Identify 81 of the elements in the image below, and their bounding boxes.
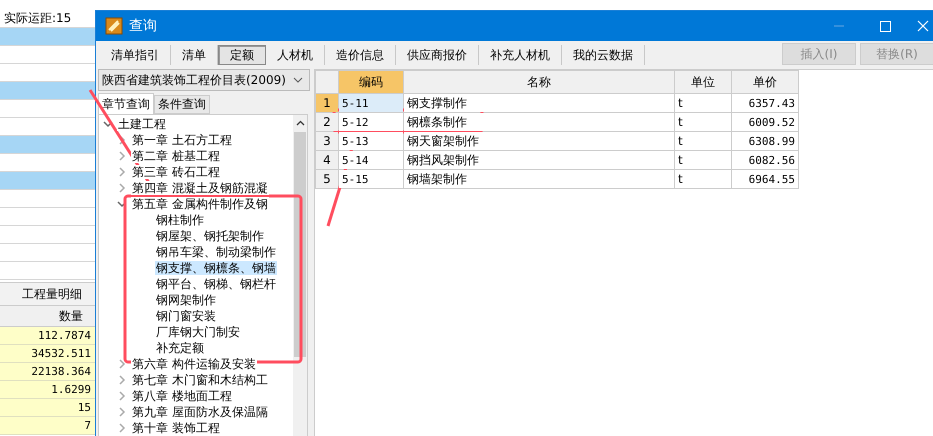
tree-item[interactable]: 第九章 屋面防水及保温隔 — [131, 405, 269, 419]
chevron-right-icon[interactable] — [117, 135, 127, 145]
tree-item[interactable]: 厂库钢大门制安 — [155, 325, 241, 339]
tree-item[interactable]: 钢柱制作 — [155, 213, 205, 227]
table-cell: 1.6299 — [51, 383, 91, 396]
chevron-down-icon — [293, 77, 303, 83]
tab[interactable]: 补充人材机 — [479, 45, 562, 65]
row-number: 1 — [316, 94, 338, 112]
tree-item[interactable]: 钢网架制作 — [155, 293, 217, 307]
tree-item[interactable]: 第十章 装饰工程 — [131, 421, 221, 435]
tab[interactable]: 造价信息 — [325, 45, 396, 65]
table-cell: t — [674, 94, 732, 112]
table-cell: 6308.99 — [732, 132, 798, 150]
tree-item[interactable]: 第三章 砖石工程 — [131, 165, 221, 179]
window-title: 查询 — [129, 17, 157, 35]
table-cell: 5-14 — [338, 150, 404, 170]
table-cell: 22138.364 — [31, 365, 91, 378]
tab[interactable]: 清单指引 — [100, 45, 171, 65]
tree-item[interactable]: 第二章 桩基工程 — [131, 149, 221, 163]
table-cell: t — [674, 170, 732, 188]
tree-item[interactable]: 钢门窗安装 — [155, 309, 217, 323]
tree-item[interactable]: 第八章 楼地面工程 — [131, 389, 233, 403]
tree-item[interactable]: 第四章 混凝土及钢筋混凝 — [131, 181, 269, 195]
table-cell: 5-11 — [338, 94, 404, 112]
table-cell: 5-12 — [338, 112, 404, 132]
table-cell: t — [674, 112, 732, 132]
table-cell: 钢墙架制作 — [404, 170, 674, 188]
tree-item[interactable]: 第五章 金属构件制作及钢 — [131, 197, 269, 211]
chevron-right-icon[interactable] — [117, 375, 127, 385]
tab[interactable]: 人材机 — [266, 45, 325, 65]
column-header[interactable]: 单价 — [732, 70, 798, 94]
chevron-right-icon[interactable] — [117, 423, 127, 433]
table-cell: 实际运距:15 — [4, 10, 72, 27]
column-header[interactable]: 名称 — [404, 70, 674, 94]
chevron-right-icon[interactable] — [117, 359, 127, 369]
chevron-right-icon[interactable] — [117, 391, 127, 401]
tree-item[interactable]: 第六章 构件运输及安装 — [131, 357, 257, 371]
tree-item[interactable]: 土建工程 — [117, 117, 167, 131]
tree-item[interactable]: 钢吊车梁、制动梁制作 — [155, 245, 277, 259]
row-number: 4 — [316, 150, 338, 170]
tree-item[interactable]: 补充定额 — [155, 341, 205, 355]
chevron-down-icon[interactable] — [103, 119, 113, 129]
tab[interactable]: 我的云数据 — [562, 45, 645, 65]
row-number: 3 — [316, 132, 338, 150]
chevron-right-icon[interactable] — [117, 183, 127, 193]
table-cell: 5-15 — [338, 170, 404, 188]
column-header: 数量 — [59, 308, 83, 324]
chevron-right-icon[interactable] — [117, 407, 127, 417]
table-cell: t — [674, 132, 732, 150]
column-header[interactable]: 单位 — [674, 70, 732, 94]
tab[interactable]: 条件查询 — [154, 95, 210, 114]
table-cell: 7 — [84, 419, 91, 432]
table-cell: 钢挡风架制作 — [404, 150, 674, 170]
chevron-right-icon[interactable] — [117, 167, 127, 177]
table-cell: 钢檩条制作 — [404, 112, 674, 132]
tab[interactable]: 定额 — [218, 45, 266, 65]
tree-item[interactable]: 钢支撑、钢檩条、钢墙 — [155, 261, 277, 275]
table-cell: 5-13 — [338, 132, 404, 150]
table-cell: 112.7874 — [38, 329, 91, 342]
table-cell: 6009.52 — [732, 112, 798, 132]
library-dropdown[interactable]: 陕西省建筑装饰工程价目表(2009) — [98, 69, 310, 91]
tab[interactable]: 供应商报价 — [396, 45, 479, 65]
table-cell: 钢天窗架制作 — [404, 132, 674, 150]
tree-item[interactable]: 钢平台、钢梯、钢栏杆 — [155, 277, 277, 291]
row-number: 2 — [316, 112, 338, 132]
table-cell: t — [674, 150, 732, 170]
table-cell: 15 — [78, 401, 91, 414]
tree-item[interactable]: 第一章 土石方工程 — [131, 133, 233, 147]
chevron-right-icon[interactable] — [117, 151, 127, 161]
table-cell: 34532.511 — [31, 347, 91, 360]
tree-item[interactable]: 钢屋架、钢托架制作 — [155, 229, 265, 243]
app-icon — [105, 17, 123, 35]
tree-item[interactable]: 第七章 木门窗和木结构工 — [131, 373, 269, 387]
table-cell: 6357.43 — [732, 94, 798, 112]
row-number: 5 — [316, 170, 338, 188]
table-cell: 钢支撑制作 — [404, 94, 674, 112]
tab[interactable]: 章节查询 — [98, 93, 154, 114]
column-header[interactable]: 编码 — [338, 70, 404, 94]
scroll-up-icon[interactable] — [296, 120, 304, 126]
table-cell: 6082.56 — [732, 150, 798, 170]
table-cell: 6964.55 — [732, 170, 798, 188]
